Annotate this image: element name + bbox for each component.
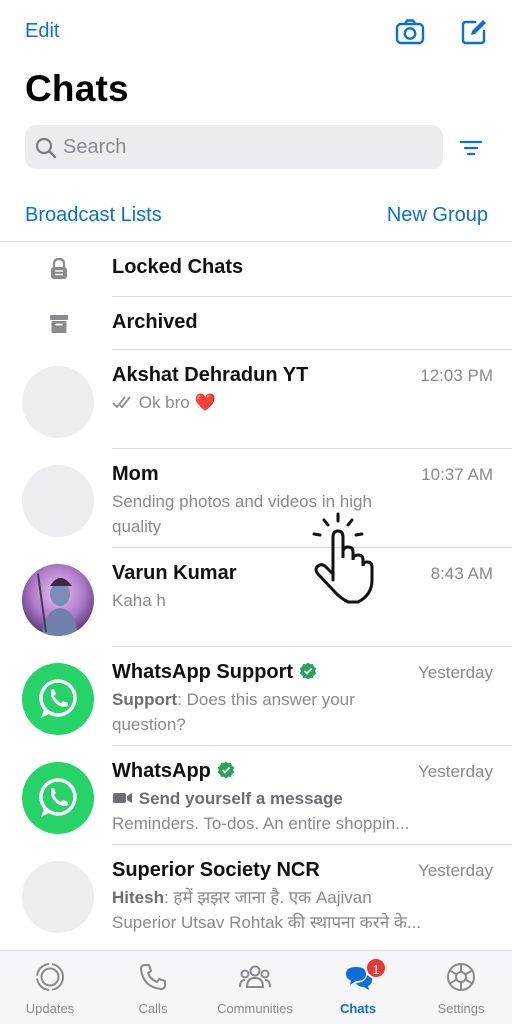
tab-label: Chats xyxy=(339,1001,377,1016)
chat-time: Yesterday xyxy=(418,762,493,781)
camera-icon[interactable] xyxy=(394,16,426,48)
new-group-link[interactable]: New Group xyxy=(387,204,488,227)
tab-bar: Updates Calls Communities 1 Chats Settin… xyxy=(0,950,512,1024)
chat-sender: Hitesh xyxy=(112,888,164,907)
chat-row[interactable]: Mom 10:37 AM Sending photos and videos i… xyxy=(0,449,512,548)
chat-time: 12:03 PM xyxy=(420,366,493,385)
tab-label: Updates xyxy=(25,1001,75,1016)
chat-preview: Support: Does this answer your question? xyxy=(112,687,372,737)
tab-communities[interactable]: Communities xyxy=(210,957,300,1019)
unread-badge: 1 xyxy=(365,957,387,979)
gear-icon xyxy=(447,963,475,991)
chat-message-bold: Send yourself a message xyxy=(138,789,343,808)
chat-time: Yesterday xyxy=(418,663,493,682)
chat-name-text: WhatsApp xyxy=(112,760,211,782)
chat-name: WhatsApp xyxy=(112,760,235,783)
chat-row[interactable]: WhatsApp Support Yesterday Support: Does… xyxy=(0,647,512,746)
profile-photo xyxy=(22,564,94,636)
tab-chats[interactable]: 1 Chats xyxy=(313,957,403,1019)
video-camera-icon xyxy=(113,793,132,803)
tab-updates[interactable]: Updates xyxy=(5,957,95,1019)
chat-message: Kaha h xyxy=(112,591,166,610)
tab-label: Settings xyxy=(437,1001,485,1016)
tab-label: Communities xyxy=(217,1001,293,1016)
double-check-icon xyxy=(112,396,131,409)
phone-icon xyxy=(140,964,166,990)
avatar xyxy=(22,762,94,834)
locked-chats-row[interactable]: Locked Chats xyxy=(0,242,512,296)
chat-name: Akshat Dehradun YT xyxy=(112,364,309,386)
page-title: Chats xyxy=(25,68,129,109)
lock-icon xyxy=(51,257,67,279)
archived-label: Archived xyxy=(112,311,198,333)
edit-button[interactable]: Edit xyxy=(25,20,59,43)
tap-gesture-icon xyxy=(312,512,374,604)
chat-sender: Support xyxy=(112,690,178,709)
communities-icon xyxy=(239,965,271,988)
tab-calls[interactable]: Calls xyxy=(108,957,198,1019)
chat-time: 10:37 AM xyxy=(421,465,493,484)
broadcast-lists-link[interactable]: Broadcast Lists xyxy=(25,204,162,227)
avatar xyxy=(22,861,94,933)
archived-row[interactable]: Archived xyxy=(0,297,512,351)
tab-label: Calls xyxy=(138,1001,168,1016)
chat-preview: Ok bro ❤️ xyxy=(112,390,452,415)
chat-preview: Send yourself a message Reminders. To-do… xyxy=(112,786,452,836)
verified-badge-icon xyxy=(217,761,235,779)
chat-message: Ok bro xyxy=(138,393,190,412)
compose-icon[interactable] xyxy=(458,16,490,48)
avatar xyxy=(22,564,94,636)
chat-message: Reminders. To-dos. An entire shoppin... xyxy=(112,814,410,833)
whatsapp-logo-icon xyxy=(39,679,77,718)
whatsapp-logo-icon xyxy=(39,778,77,817)
chat-row[interactable]: Varun Kumar 8:43 AM Kaha h xyxy=(0,548,512,647)
avatar xyxy=(22,663,94,735)
list-actions: Broadcast Lists New Group xyxy=(0,204,512,230)
filter-icon[interactable] xyxy=(459,138,483,158)
chat-name: Mom xyxy=(112,463,159,485)
heart-emoji: ❤️ xyxy=(194,393,216,412)
archive-icon xyxy=(50,315,68,333)
chat-time: Yesterday xyxy=(418,861,493,880)
chat-row[interactable]: Akshat Dehradun YT 12:03 PM Ok bro ❤️ xyxy=(0,350,512,449)
search-input[interactable]: Search xyxy=(25,125,443,169)
locked-chats-label: Locked Chats xyxy=(112,256,244,278)
chat-row[interactable]: WhatsApp Yesterday Send yourself a messa… xyxy=(0,746,512,845)
avatar xyxy=(22,465,94,537)
chat-message: : हमें झझर जाना है. एक Aajivan xyxy=(163,888,372,907)
chat-name: Varun Kumar xyxy=(112,562,237,584)
top-bar: Edit xyxy=(0,0,512,64)
verified-badge-icon xyxy=(299,662,317,680)
chat-name-text: WhatsApp Support xyxy=(112,661,294,683)
search-placeholder: Search xyxy=(63,136,127,158)
search-icon xyxy=(35,137,57,159)
chat-message-line2: Superior Utsav Rohtak की स्थापना करने के… xyxy=(112,913,422,932)
chat-time: 8:43 AM xyxy=(430,564,493,583)
chat-preview: Hitesh: हमें झझर जाना है. एक Aajivan Sup… xyxy=(112,885,452,935)
chat-name: WhatsApp Support xyxy=(112,661,317,684)
updates-icon xyxy=(36,963,64,991)
tab-settings[interactable]: Settings xyxy=(416,957,506,1019)
avatar xyxy=(22,366,94,438)
chat-name: Superior Society NCR xyxy=(112,859,320,881)
chat-row[interactable]: Superior Society NCR Yesterday Hitesh: ह… xyxy=(0,845,512,944)
